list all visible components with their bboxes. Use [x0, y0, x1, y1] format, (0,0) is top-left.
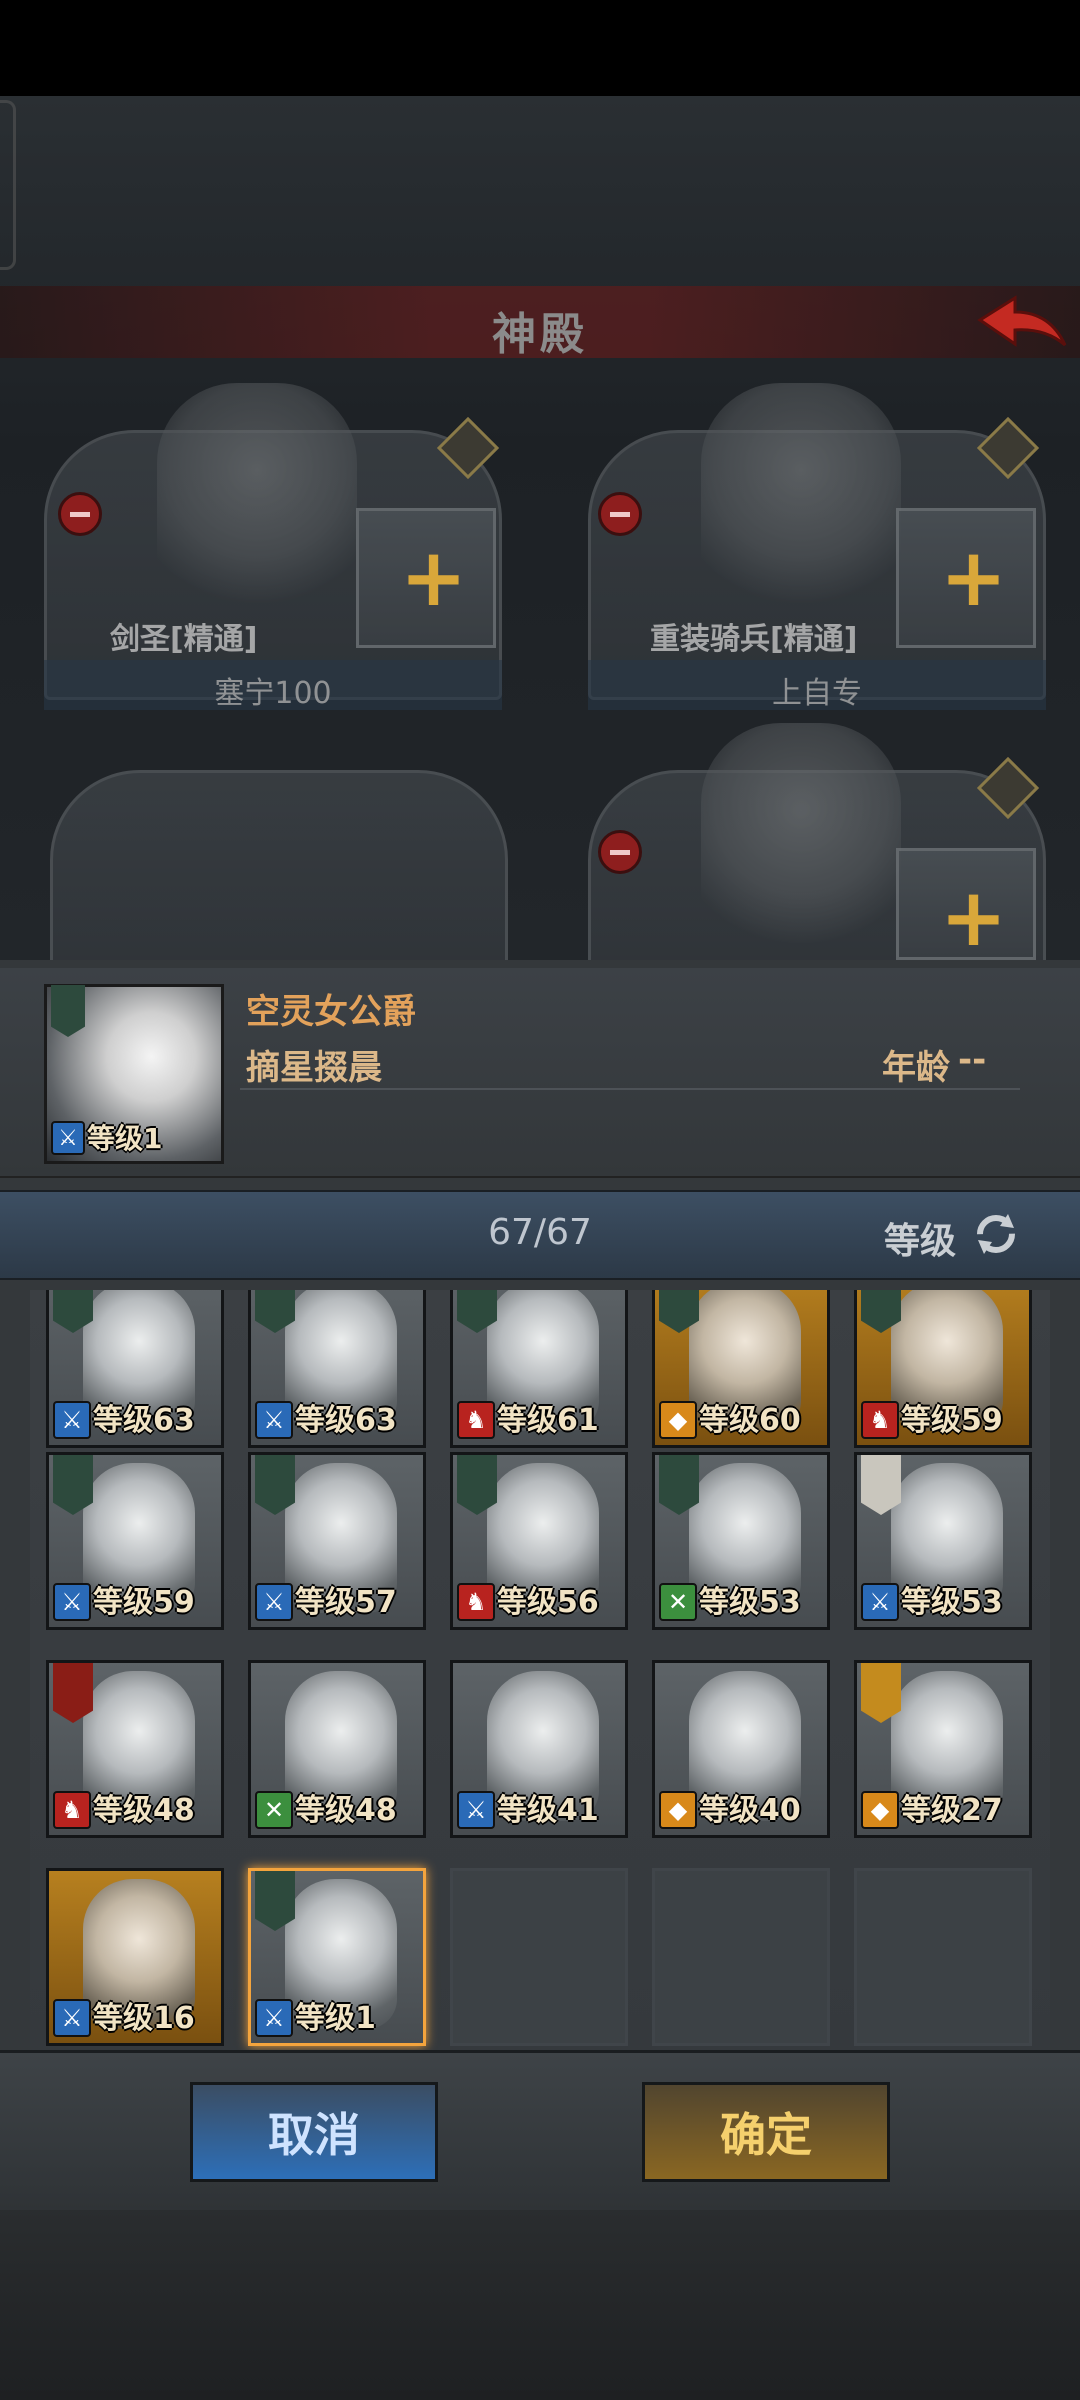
hero-tile[interactable]: ◆ 等级27: [854, 1660, 1032, 1838]
temple-slot-3[interactable]: [50, 770, 508, 990]
hero-level: 等级40: [699, 1793, 801, 1828]
hero-name: 空灵女公爵: [246, 992, 416, 1032]
faction-banner-icon: [53, 1663, 93, 1723]
sword-class-icon: ⚔: [51, 1121, 85, 1155]
hero-tile[interactable]: ⚔ 等级53: [854, 1452, 1032, 1630]
bow-class-icon: ✕: [659, 1583, 697, 1621]
faction-banner-icon: [861, 1663, 901, 1723]
bow-class-icon: ✕: [255, 1791, 293, 1829]
horse-class-icon: ♞: [457, 1583, 495, 1621]
status-bar-area: [0, 0, 1080, 96]
temple-title: 神殿: [492, 309, 588, 360]
sword-class-icon: ⚔: [53, 1999, 91, 2037]
hero-level: 等级61: [497, 1403, 599, 1438]
hero-level: 等级48: [295, 1793, 397, 1828]
hero-tile[interactable]: ◆ 等级60: [652, 1290, 830, 1448]
slot-class-label: 剑圣[精通]: [110, 622, 258, 657]
hero-title: 摘星掇晨: [246, 1048, 382, 1088]
horse-class-icon: ♞: [53, 1791, 91, 1829]
sword-class-icon: ⚔: [53, 1583, 91, 1621]
selected-hero-portrait: ⚔ 等级1: [44, 984, 224, 1164]
hero-level: 等级53: [901, 1585, 1003, 1620]
slot-portrait: [157, 383, 357, 633]
hero-level: 等级41: [497, 1793, 599, 1828]
back-arrow-icon[interactable]: [970, 290, 1070, 360]
hero-tile[interactable]: ✕ 等级53: [652, 1452, 830, 1630]
hero-tile[interactable]: ♞ 等级48: [46, 1660, 224, 1838]
selected-hero-level: 等级1: [87, 1122, 163, 1155]
faction-banner-icon: [51, 985, 85, 1037]
sword-class-icon: ⚔: [861, 1583, 899, 1621]
faction-banner-icon: [255, 1871, 295, 1931]
hero-level: 等级16: [93, 2001, 195, 2036]
sword-class-icon: ⚔: [255, 1401, 293, 1439]
plus-icon: +: [940, 531, 1008, 624]
faction-banner-icon: [255, 1455, 295, 1515]
sword-class-icon: ⚔: [53, 1401, 91, 1439]
remove-icon[interactable]: [598, 830, 642, 874]
remove-icon[interactable]: [58, 492, 102, 536]
shield-class-icon: ◆: [659, 1791, 697, 1829]
faction-banner-icon: [861, 1455, 901, 1515]
hero-level: 等级1: [295, 2001, 376, 2036]
horse-class-icon: ♞: [457, 1401, 495, 1439]
action-footer: [0, 2050, 1080, 2210]
shield-class-icon: ◆: [659, 1401, 697, 1439]
hero-tile[interactable]: ⚔ 等级59: [46, 1452, 224, 1630]
shield-class-icon: ◆: [861, 1791, 899, 1829]
hero-level: 等级27: [901, 1793, 1003, 1828]
hero-level: 等级48: [93, 1793, 195, 1828]
hero-tile[interactable]: ♞ 等级59: [854, 1290, 1032, 1448]
horse-class-icon: ♞: [861, 1401, 899, 1439]
faction-banner-icon: [457, 1455, 497, 1515]
plus-icon: +: [400, 531, 468, 624]
age-value: --: [958, 1040, 987, 1080]
sort-by-level-label[interactable]: 等级: [884, 1212, 956, 1264]
empty-hero-slot: [652, 1868, 830, 2046]
hero-tile[interactable]: ⚔ 等级41: [450, 1660, 628, 1838]
hero-level: 等级53: [699, 1585, 801, 1620]
hero-level: 等级60: [699, 1403, 801, 1438]
hero-tile[interactable]: ⚔ 等级57: [248, 1452, 426, 1630]
sword-class-icon: ⚔: [255, 1583, 293, 1621]
sword-class-icon: ⚔: [457, 1791, 495, 1829]
empty-hero-slot: [854, 1868, 1032, 2046]
sword-class-icon: ⚔: [255, 1999, 293, 2037]
confirm-button[interactable]: 确定: [642, 2082, 890, 2182]
hero-tile[interactable]: ◆ 等级40: [652, 1660, 830, 1838]
refresh-sort-icon[interactable]: [968, 1206, 1024, 1262]
plus-icon: +: [940, 871, 1008, 964]
age-label: 年龄: [882, 1048, 950, 1088]
cancel-button[interactable]: 取消: [190, 2082, 438, 2182]
hero-grid: ⚔ 等级63 ⚔ 等级63 ♞ 等级61 ◆ 等级60 ♞ 等级59 ⚔ 等级59 ⚔ 等级57 ♞ 等级56…: [30, 1290, 1050, 2050]
faction-banner-icon: [53, 1455, 93, 1515]
slot-class-label: 重装骑兵[精通]: [650, 622, 858, 657]
slot-portrait: [701, 383, 901, 633]
hero-tile[interactable]: ⚔ 等级63: [248, 1290, 426, 1448]
hero-level: 等级63: [295, 1403, 397, 1438]
hero-tile[interactable]: ⚔ 等级1: [248, 1868, 426, 2046]
hero-level: 等级59: [93, 1585, 195, 1620]
hero-level: 等级57: [295, 1585, 397, 1620]
slot-owner: 塞宁100: [214, 676, 332, 711]
remove-icon[interactable]: [598, 492, 642, 536]
hero-level: 等级56: [497, 1585, 599, 1620]
hero-level: 等级59: [901, 1403, 1003, 1438]
hero-level: 等级63: [93, 1403, 195, 1438]
slot-portrait: [701, 723, 901, 973]
hero-tile[interactable]: ⚔ 等级16: [46, 1868, 224, 2046]
hero-tile[interactable]: ⚔ 等级63: [46, 1290, 224, 1448]
empty-hero-slot: [450, 1868, 628, 2046]
hero-tile[interactable]: ♞ 等级56: [450, 1452, 628, 1630]
side-panel-edge: [0, 100, 16, 270]
slot-owner: 上自专: [772, 676, 862, 711]
hero-tile[interactable]: ✕ 等级48: [248, 1660, 426, 1838]
hero-tile[interactable]: ♞ 等级61: [450, 1290, 628, 1448]
faction-banner-icon: [659, 1455, 699, 1515]
bottom-area: [0, 2210, 1080, 2400]
